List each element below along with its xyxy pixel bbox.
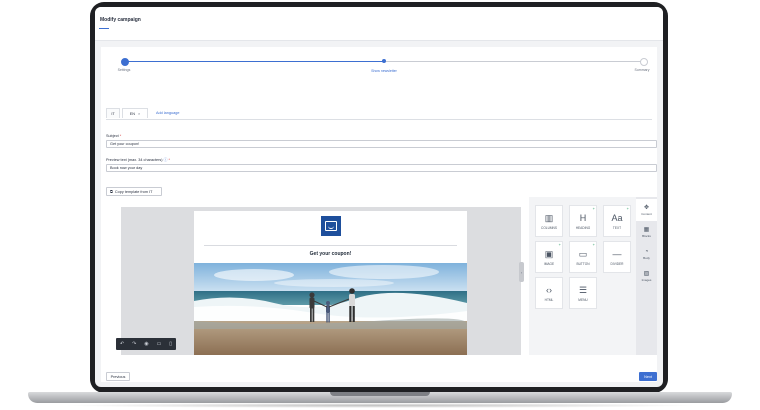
side-tab-label: Content bbox=[641, 211, 652, 216]
email-heading[interactable]: Get your coupon! bbox=[194, 251, 467, 257]
block-divider[interactable]: — DIVIDER bbox=[603, 241, 631, 273]
email-editor-canvas[interactable]: Get your coupon! ↶ ↷ ◉ ▭ ▯ bbox=[116, 207, 521, 355]
block-label: MENU bbox=[578, 297, 588, 302]
block-heading[interactable]: + H HEADING bbox=[569, 205, 597, 237]
required-mark: * bbox=[119, 134, 122, 138]
stepper-progress-done bbox=[124, 61, 385, 62]
panel-resize-handle[interactable]: ‹ bbox=[519, 262, 524, 282]
close-icon[interactable]: × bbox=[138, 112, 140, 116]
block-text[interactable]: + Aa TEXT bbox=[603, 205, 631, 237]
tab-label: IT bbox=[111, 111, 115, 116]
block-html[interactable]: ‹› HTML bbox=[535, 277, 563, 309]
undo-icon[interactable]: ↶ bbox=[120, 341, 124, 347]
step-settings-dot[interactable] bbox=[121, 58, 129, 66]
step-newsletter-label: Show newsletter bbox=[371, 69, 397, 73]
step-settings-label: Settings bbox=[117, 68, 131, 72]
required-mark: * bbox=[168, 158, 170, 162]
email-divider bbox=[204, 245, 457, 246]
previous-button[interactable]: Previous bbox=[106, 372, 130, 381]
next-button[interactable]: Next bbox=[639, 372, 657, 381]
top-bar: Modify campaign bbox=[95, 7, 663, 41]
tab-language-it[interactable]: IT bbox=[106, 108, 120, 118]
side-tab-label: Images bbox=[641, 277, 652, 282]
add-language-link[interactable]: Add language bbox=[156, 111, 179, 115]
block-label: COLUMNS bbox=[541, 225, 557, 230]
blocks-panel: ▥ COLUMNS + H HEADING + Aa TEXT + ▣ IMAG… bbox=[529, 197, 636, 355]
app-screen: Modify campaign Settings Show newsletter… bbox=[95, 7, 663, 387]
side-tab-label: Body bbox=[643, 255, 650, 260]
info-icon[interactable]: ⓘ bbox=[164, 158, 168, 162]
text-icon: Aa bbox=[611, 212, 623, 223]
tab-body[interactable]: ◔ Body bbox=[636, 243, 657, 265]
copy-template-label: Copy template from IT bbox=[114, 189, 153, 194]
block-image[interactable]: + ▣ IMAGE bbox=[535, 241, 563, 273]
tab-language-en[interactable]: EN × bbox=[122, 108, 148, 118]
columns-icon: ▥ bbox=[544, 212, 554, 223]
image-icon: ▣ bbox=[544, 248, 554, 259]
mobile-view-icon[interactable]: ▯ bbox=[169, 341, 172, 347]
copy-template-button[interactable]: ⧉ Copy template from IT bbox=[106, 187, 162, 196]
copy-icon: ⧉ bbox=[110, 189, 113, 194]
block-label: HEADING bbox=[575, 225, 591, 230]
block-button[interactable]: + ▭ BUTTON bbox=[569, 241, 597, 273]
preview-text-label-text: Preview text (max. 34 characters) bbox=[106, 158, 163, 162]
block-columns[interactable]: ▥ COLUMNS bbox=[535, 205, 563, 237]
menu-icon: ☰ bbox=[578, 284, 588, 295]
email-hero-image[interactable] bbox=[194, 263, 467, 355]
heading-icon: H bbox=[579, 212, 587, 223]
title-underline bbox=[99, 28, 109, 29]
main-panel: Settings Show newsletter Summary IT EN ×… bbox=[101, 47, 657, 382]
add-plus-icon: + bbox=[558, 242, 561, 247]
subject-label: Subject * bbox=[106, 134, 121, 138]
block-label: BUTTON bbox=[576, 261, 590, 266]
html-icon: ‹› bbox=[546, 284, 552, 295]
stepper-progress-todo bbox=[385, 61, 643, 62]
block-label: HTML bbox=[544, 297, 554, 302]
language-tabs: IT EN × Add language bbox=[106, 108, 652, 120]
block-label: IMAGE bbox=[543, 261, 555, 266]
laptop-notch bbox=[330, 392, 430, 396]
step-summary-label: Summary bbox=[634, 68, 650, 72]
blocks-icon: ▦ bbox=[643, 226, 650, 233]
preview-eye-icon[interactable]: ◉ bbox=[144, 341, 148, 347]
page-title: Modify campaign bbox=[100, 17, 141, 23]
step-summary-dot[interactable] bbox=[640, 58, 648, 66]
block-label: DIVIDER bbox=[610, 261, 624, 266]
images-icon: ▨ bbox=[643, 270, 650, 277]
subject-input[interactable]: Get your coupon! bbox=[106, 140, 657, 148]
add-plus-icon: + bbox=[592, 242, 595, 247]
add-plus-icon: + bbox=[626, 206, 629, 211]
add-plus-icon: + bbox=[592, 206, 595, 211]
editor-side-tabs: ✥ Content ▦ Blocks ◔ Body ▨ Images bbox=[636, 197, 657, 355]
side-tab-label: Blocks bbox=[642, 233, 651, 238]
tab-label: EN bbox=[129, 111, 136, 116]
subject-label-text: Subject bbox=[106, 134, 119, 138]
divider-icon: — bbox=[612, 248, 622, 259]
step-newsletter-dot[interactable] bbox=[382, 59, 386, 63]
block-label: TEXT bbox=[612, 225, 622, 230]
laptop-shadow bbox=[60, 403, 700, 408]
tab-blocks[interactable]: ▦ Blocks bbox=[636, 221, 657, 243]
tab-content[interactable]: ✥ Content bbox=[636, 199, 657, 221]
body-icon: ◔ bbox=[644, 248, 649, 255]
brand-logo-icon bbox=[321, 216, 341, 236]
preview-text-label: Preview text (max. 34 characters) ⓘ * bbox=[106, 158, 170, 163]
content-icon: ✥ bbox=[643, 204, 650, 211]
desktop-view-icon[interactable]: ▭ bbox=[157, 341, 162, 347]
redo-icon[interactable]: ↷ bbox=[132, 341, 136, 347]
button-icon: ▭ bbox=[578, 248, 588, 259]
tab-images[interactable]: ▨ Images bbox=[636, 265, 657, 287]
block-menu[interactable]: ☰ MENU bbox=[569, 277, 597, 309]
email-preview: Get your coupon! bbox=[194, 211, 467, 355]
editor-toolbar: ↶ ↷ ◉ ▭ ▯ bbox=[116, 338, 176, 350]
preview-text-input[interactable]: Book now your day bbox=[106, 164, 657, 172]
